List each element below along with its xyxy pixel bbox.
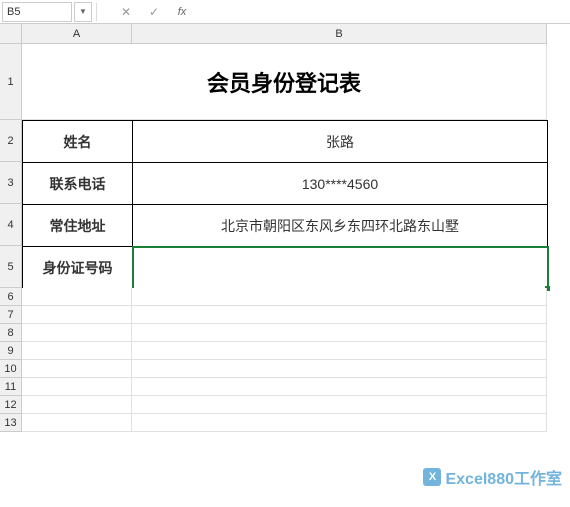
row-header[interactable]: 11 — [0, 378, 22, 396]
cell[interactable] — [22, 306, 132, 324]
form-title: 会员身份登记表 — [207, 66, 361, 98]
cell[interactable] — [132, 288, 547, 306]
column-headers: A B — [22, 24, 547, 44]
row-header[interactable]: 3 — [0, 162, 22, 204]
cell[interactable] — [22, 414, 132, 432]
cells-area: 会员身份登记表 — [22, 44, 547, 120]
row-header[interactable]: 9 — [0, 342, 22, 360]
cell[interactable] — [132, 342, 547, 360]
cell-phone-value[interactable]: 130****4560 — [133, 163, 548, 205]
cell[interactable] — [22, 360, 132, 378]
excel-icon: X — [423, 468, 441, 486]
cancel-button[interactable]: ✕ — [113, 2, 139, 22]
check-icon: ✓ — [149, 5, 159, 19]
cell[interactable] — [22, 396, 132, 414]
enter-button[interactable]: ✓ — [141, 2, 167, 22]
cell-phone-label[interactable]: 联系电话 — [23, 163, 133, 205]
cell-address-label[interactable]: 常住地址 — [23, 205, 133, 247]
row-header[interactable]: 12 — [0, 396, 22, 414]
cell[interactable] — [22, 288, 132, 306]
row-header[interactable]: 13 — [0, 414, 22, 432]
formula-bar: B5 ▼ ✕ ✓ fx — [0, 0, 570, 24]
name-box[interactable]: B5 — [2, 2, 72, 22]
cell-name-value[interactable]: 张路 — [133, 121, 548, 163]
cell-title[interactable]: 会员身份登记表 — [22, 44, 547, 120]
row-header[interactable]: 5 — [0, 246, 22, 288]
cell-name-label[interactable]: 姓名 — [23, 121, 133, 163]
watermark: X Excel880工作室 — [423, 465, 562, 489]
row-header[interactable]: 4 — [0, 204, 22, 246]
formula-buttons: ✕ ✓ fx — [113, 2, 195, 22]
watermark-text: Excel880工作室 — [445, 465, 562, 489]
cell[interactable] — [132, 324, 547, 342]
row-header[interactable]: 1 — [0, 44, 22, 120]
cell-idnum-label[interactable]: 身份证号码 — [23, 247, 133, 289]
cell[interactable] — [22, 378, 132, 396]
cell-reference: B5 — [7, 6, 20, 18]
cell-address-value[interactable]: 北京市朝阳区东风乡东四环北路东山墅 — [133, 205, 548, 247]
chevron-down-icon: ▼ — [79, 7, 87, 16]
cell[interactable] — [132, 360, 547, 378]
row-header[interactable]: 7 — [0, 306, 22, 324]
col-header-a[interactable]: A — [22, 24, 132, 44]
formula-input[interactable] — [195, 2, 570, 22]
select-all-corner[interactable] — [0, 24, 22, 44]
cell[interactable] — [132, 396, 547, 414]
fx-icon: fx — [178, 6, 187, 18]
row-header[interactable]: 6 — [0, 288, 22, 306]
row-header[interactable]: 8 — [0, 324, 22, 342]
cell[interactable] — [132, 306, 547, 324]
form-table: 姓名 张路 联系电话 130****4560 常住地址 北京市朝阳区东风乡东四环… — [22, 120, 548, 289]
row-header[interactable]: 2 — [0, 120, 22, 162]
col-header-b[interactable]: B — [132, 24, 547, 44]
row-header[interactable]: 10 — [0, 360, 22, 378]
name-box-dropdown[interactable]: ▼ — [74, 2, 92, 22]
row-headers: 1 2 3 4 5 6 7 8 9 10 11 12 13 — [0, 44, 22, 432]
empty-rows — [22, 288, 547, 432]
cell[interactable] — [22, 342, 132, 360]
cell-idnum-value[interactable] — [133, 247, 548, 289]
fx-button[interactable]: fx — [169, 2, 195, 22]
cell[interactable] — [132, 378, 547, 396]
cell[interactable] — [132, 414, 547, 432]
x-icon: ✕ — [121, 5, 131, 19]
separator — [96, 3, 97, 21]
cell[interactable] — [22, 324, 132, 342]
